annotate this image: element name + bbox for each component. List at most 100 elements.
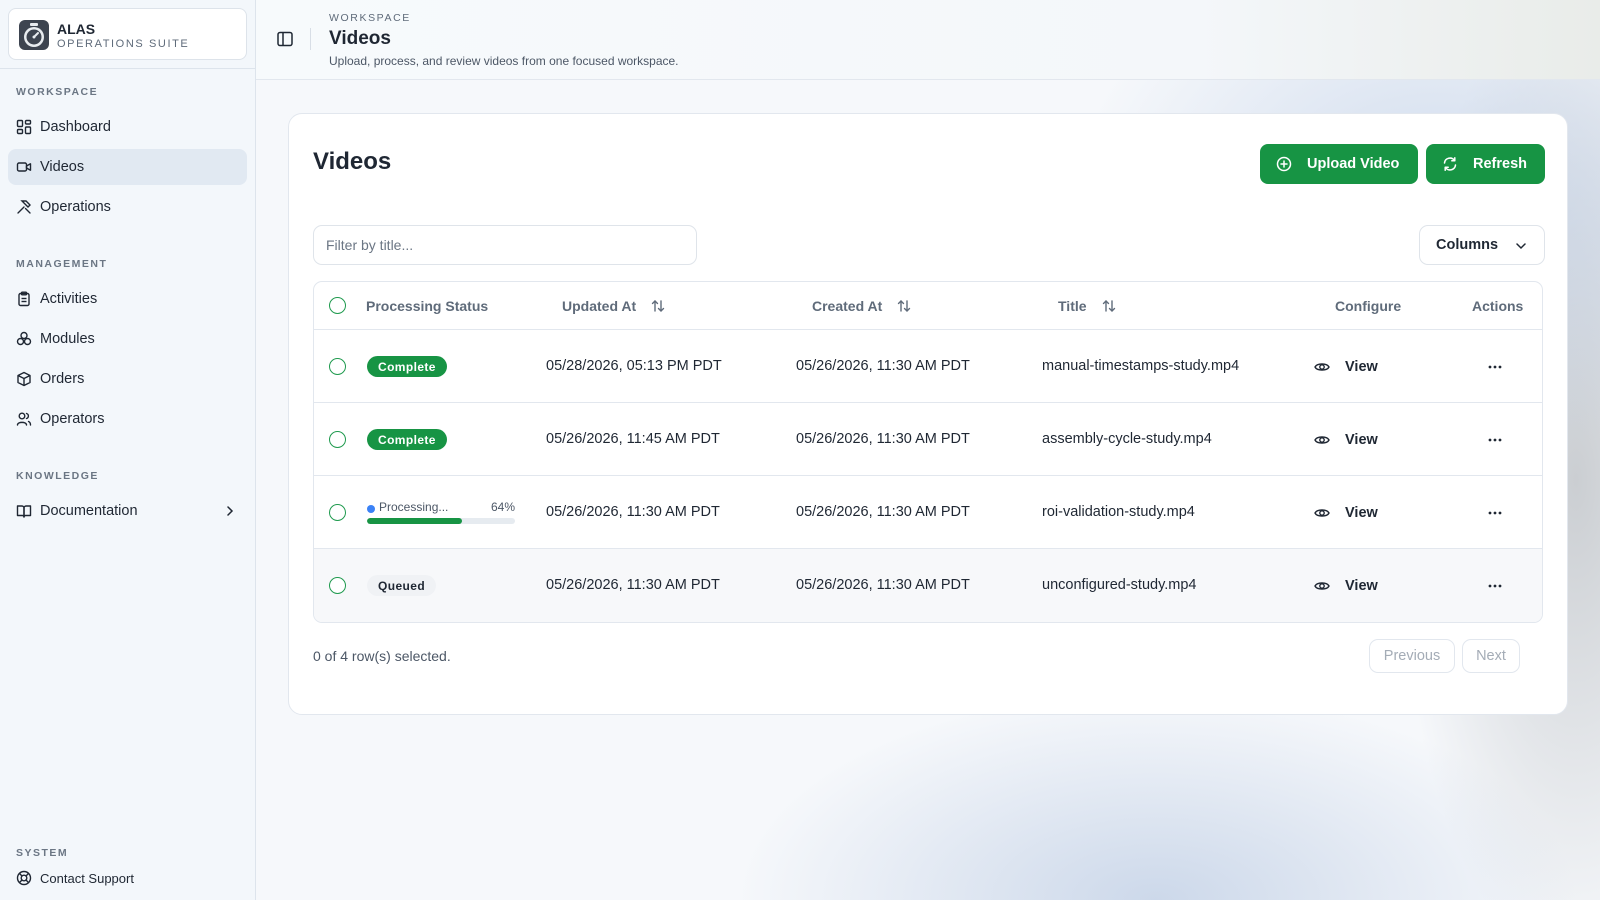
view-button[interactable]: View: [1314, 500, 1378, 526]
filter-title-input[interactable]: [313, 225, 697, 265]
refresh-button[interactable]: Refresh: [1426, 144, 1545, 184]
created-at-cell: 05/26/2026, 11:30 AM PDT: [796, 504, 970, 520]
sidebar-divider: [0, 68, 256, 69]
column-header-label: Created At: [812, 298, 883, 314]
sidebar: ALAS OPERATIONS SUITE WORKSPACE Dashboar…: [0, 0, 256, 900]
sidebar-item-contact-support[interactable]: Contact Support: [8, 863, 247, 893]
column-header-actions: Actions: [1472, 298, 1523, 314]
title-cell: unconfigured-study.mp4: [1042, 577, 1197, 593]
sidebar-item-orders[interactable]: Orders: [8, 361, 247, 397]
section-label-workspace: WORKSPACE: [16, 86, 99, 98]
column-header-configure: Configure: [1335, 298, 1401, 314]
status-badge: Complete: [367, 356, 447, 377]
previous-page-button[interactable]: Previous: [1369, 639, 1455, 673]
more-actions-icon[interactable]: [1486, 577, 1504, 595]
sidebar-item-operations[interactable]: Operations: [8, 189, 247, 225]
sidebar-item-label: Documentation: [40, 503, 138, 519]
view-label: View: [1345, 505, 1378, 521]
column-header-label: Updated At: [562, 298, 637, 314]
plus-circle-icon: [1276, 156, 1292, 172]
sidebar-item-label: Orders: [40, 371, 85, 387]
view-button[interactable]: View: [1314, 573, 1378, 599]
sort-icon[interactable]: [650, 298, 666, 314]
more-actions-icon[interactable]: [1486, 431, 1504, 449]
sidebar-item-documentation[interactable]: Documentation: [8, 493, 247, 529]
header-divider: [310, 28, 311, 50]
tools-icon: [16, 199, 32, 215]
eye-icon: [1314, 432, 1330, 448]
sidebar-item-dashboard[interactable]: Dashboard: [8, 109, 247, 145]
sidebar-item-videos[interactable]: Videos: [8, 149, 247, 185]
table-header: Processing Status Updated At Created At: [314, 282, 1542, 330]
row-checkbox[interactable]: [329, 577, 346, 594]
view-button[interactable]: View: [1314, 354, 1378, 380]
video-icon: [16, 159, 32, 175]
progress-bar: [367, 518, 515, 524]
processing-label: Processing...: [379, 500, 449, 514]
sidebar-item-modules[interactable]: Modules: [8, 321, 247, 357]
table-row[interactable]: Complete 05/26/2026, 11:45 AM PDT 05/26/…: [314, 403, 1542, 476]
created-at-cell: 05/26/2026, 11:30 AM PDT: [796, 577, 970, 593]
brand-subtitle: OPERATIONS SUITE: [57, 38, 190, 50]
updated-at-cell: 05/26/2026, 11:30 AM PDT: [546, 504, 720, 520]
view-label: View: [1345, 432, 1378, 448]
sidebar-item-label: Activities: [40, 291, 98, 307]
sidebar-item-label: Operations: [40, 199, 111, 215]
view-label: View: [1345, 578, 1378, 594]
column-header-label: Actions: [1472, 298, 1524, 314]
refresh-icon: [1442, 156, 1458, 172]
column-header-title[interactable]: Title: [1058, 298, 1117, 314]
processing-status: Processing... 64%: [367, 500, 515, 526]
eye-icon: [1314, 505, 1330, 521]
header-eyebrow: WORKSPACE: [329, 12, 411, 24]
selection-summary: 0 of 4 row(s) selected.: [313, 648, 451, 664]
section-label-system: SYSTEM: [16, 847, 69, 859]
status-badge: Queued: [367, 575, 437, 596]
table-row[interactable]: Complete 05/28/2026, 05:13 PM PDT 05/26/…: [314, 330, 1542, 403]
clipboard-icon: [16, 291, 32, 307]
row-checkbox[interactable]: [329, 504, 346, 521]
sidebar-item-label: Videos: [40, 159, 85, 175]
sort-icon[interactable]: [896, 298, 912, 314]
column-header-label: Configure: [1335, 298, 1402, 314]
columns-dropdown-button[interactable]: Columns: [1419, 225, 1545, 265]
sort-icon[interactable]: [1101, 298, 1117, 314]
card-title: Videos: [313, 148, 392, 175]
columns-label: Columns: [1436, 237, 1499, 253]
users-icon: [16, 411, 32, 427]
stopwatch-logo-icon: [17, 18, 51, 52]
package-icon: [16, 371, 32, 387]
table-row[interactable]: Queued 05/26/2026, 11:30 AM PDT 05/26/20…: [314, 549, 1542, 622]
sidebar-item-label: Modules: [40, 331, 95, 347]
more-actions-icon[interactable]: [1486, 358, 1504, 376]
column-header-status: Processing Status: [366, 298, 488, 314]
table-row[interactable]: Processing... 64% 05/26/2026, 11:30 AM P…: [314, 476, 1542, 549]
updated-at-cell: 05/28/2026, 05:13 PM PDT: [546, 358, 722, 374]
sidebar-toggle-icon[interactable]: [276, 30, 294, 48]
created-at-cell: 05/26/2026, 11:30 AM PDT: [796, 431, 970, 447]
view-button[interactable]: View: [1314, 427, 1378, 453]
eye-icon: [1314, 359, 1330, 375]
next-page-button[interactable]: Next: [1462, 639, 1520, 673]
select-all-checkbox[interactable]: [329, 297, 346, 314]
row-checkbox[interactable]: [329, 431, 346, 448]
page-title: Videos: [329, 28, 391, 49]
sidebar-item-label: Operators: [40, 411, 105, 427]
upload-video-button[interactable]: Upload Video: [1260, 144, 1418, 184]
videos-card: Videos Upload Video Refresh Columns: [288, 113, 1568, 715]
eye-icon: [1314, 578, 1330, 594]
title-cell: assembly-cycle-study.mp4: [1042, 431, 1212, 447]
sidebar-item-label: Contact Support: [40, 870, 134, 886]
column-header-created[interactable]: Created At: [812, 298, 912, 314]
chevron-right-icon: [223, 504, 237, 518]
sidebar-item-operators[interactable]: Operators: [8, 401, 247, 437]
brand-card[interactable]: ALAS OPERATIONS SUITE: [8, 8, 247, 60]
brand-name: ALAS: [57, 21, 96, 37]
section-label-management: MANAGEMENT: [16, 258, 108, 270]
title-cell: manual-timestamps-study.mp4: [1042, 358, 1240, 374]
sidebar-item-activities[interactable]: Activities: [8, 281, 247, 317]
sidebar-item-label: Dashboard: [40, 119, 111, 135]
column-header-updated[interactable]: Updated At: [562, 298, 666, 314]
more-actions-icon[interactable]: [1486, 504, 1504, 522]
row-checkbox[interactable]: [329, 358, 346, 375]
